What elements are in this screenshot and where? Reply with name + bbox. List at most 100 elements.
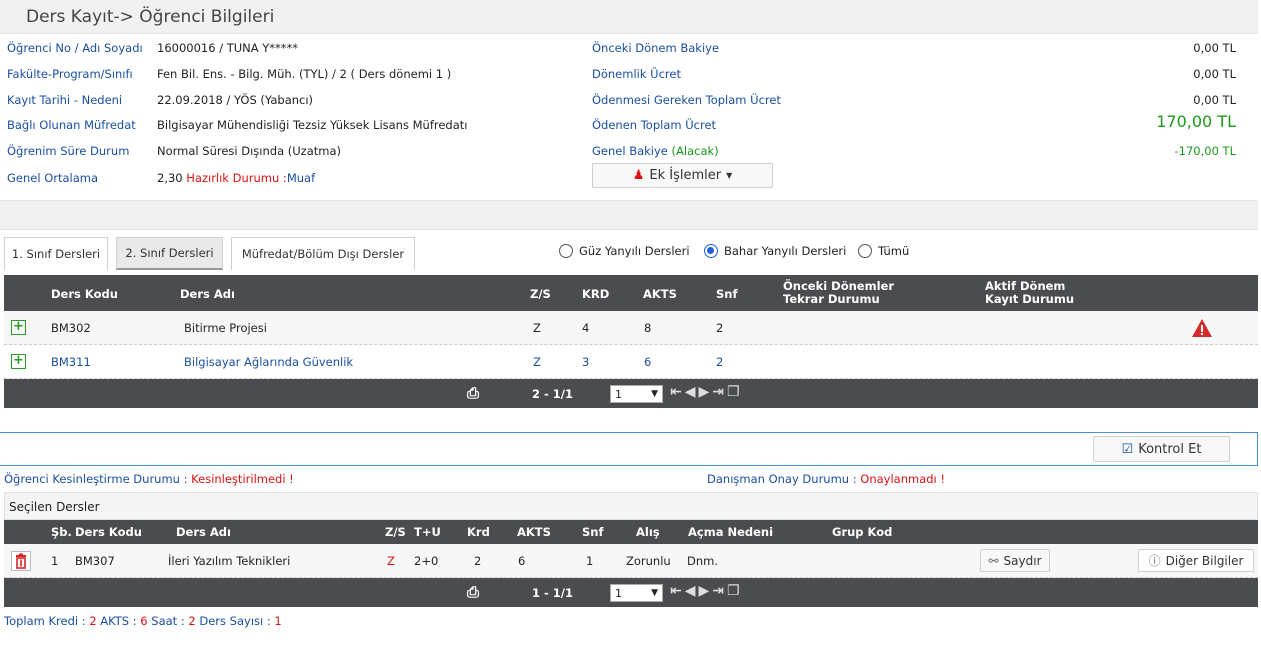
course-table-pager: ⎙ 2 - 1/1 1 ▼ ⇤◀▶⇥❐: [4, 379, 1258, 408]
row-name: Bitirme Projesi: [184, 321, 267, 335]
clipboard-check-icon: ☑: [1121, 441, 1134, 457]
table-row: 1 BM307 İleri Yazılım Teknikleri Z 2+0 2…: [4, 544, 1258, 578]
trash-icon[interactable]: [11, 551, 31, 571]
col-alis: Alış: [636, 525, 660, 539]
kredi-value: 2: [89, 614, 97, 628]
row-snf: 1: [586, 554, 594, 568]
page-select[interactable]: 1 ▼: [610, 385, 663, 403]
kesinlestirme-status: Öğrenci Kesinleştirme Durumu : Kesinleşt…: [4, 472, 294, 486]
col-tekrar: Tekrar Durumu: [783, 292, 880, 306]
print-icon[interactable]: ⎙: [467, 384, 479, 402]
fee-value: 0,00 TL: [1193, 41, 1236, 55]
col-ders-adi: Ders Adı: [176, 525, 231, 539]
info-label: Bağlı Olunan Müfredat: [7, 118, 136, 132]
row-akts: 6: [518, 554, 526, 568]
selected-panel-header: Seçilen Dersler: [4, 492, 1258, 520]
fee-value: 0,00 TL: [1193, 93, 1236, 107]
table-row[interactable]: + BM302 Bitirme Projesi Z 4 8 2: [4, 311, 1258, 345]
row-krd: 3: [582, 355, 590, 369]
info-value: Bilgisayar Mühendisliği Tezsiz Yüksek Li…: [157, 118, 468, 132]
pager-nav-icons[interactable]: ⇤◀▶⇥❐: [670, 384, 743, 400]
table-row[interactable]: + BM311 Bilgisayar Ağlarında Güvenlik Z …: [4, 345, 1258, 379]
row-name: Bilgisayar Ağlarında Güvenlik: [184, 355, 354, 369]
fee-label: Ödenen Toplam Ücret: [592, 118, 717, 132]
radio-circle-selected: [704, 244, 718, 258]
col-ders-kodu: Ders Kodu: [75, 525, 142, 539]
row-acma-nedeni: Dnm.: [687, 554, 719, 568]
tab-1-sinif[interactable]: 1. Sınıf Dersleri: [4, 237, 108, 270]
chevron-down-icon: ▼: [651, 389, 658, 399]
col-ders-adi: Ders Adı: [180, 287, 235, 301]
row-tu: 2+0: [414, 554, 439, 568]
selected-title: Seçilen Dersler: [9, 500, 100, 514]
tab-2-sinif[interactable]: 2. Sınıf Dersleri: [116, 237, 223, 270]
selected-table-pager: ⎙ 1 - 1/1 1 ▼ ⇤◀▶⇥❐: [4, 578, 1258, 607]
kontrol-et-button[interactable]: ☑ Kontrol Et: [1093, 436, 1230, 462]
fee-label: Ödenmesi Gereken Toplam Ücret: [592, 93, 781, 107]
ders-sayisi-value: 1: [274, 614, 282, 628]
radio-label: Bahar Yanyılı Dersleri: [724, 244, 847, 258]
col-snf: Snf: [716, 287, 738, 301]
chevron-down-icon: ▼: [651, 588, 658, 598]
diger-bilgiler-button[interactable]: ⓘ Diğer Bilgiler: [1138, 549, 1254, 572]
kredi-label: Toplam Kredi :: [4, 614, 86, 628]
danisman-status: Danışman Onay Durumu : Onaylanmadı !: [707, 472, 945, 486]
kesin-label: Öğrenci Kesinleştirme Durumu :: [4, 472, 188, 486]
row-code: BM302: [51, 321, 91, 335]
row-krd: 2: [474, 554, 482, 568]
info-value: Fen Bil. Ens. - Bilg. Müh. (TYL) / 2 ( D…: [157, 67, 452, 81]
fee-value: 0,00 TL: [1193, 67, 1236, 81]
info-label: Fakülte-Program/Sınıfı: [7, 67, 133, 81]
fee-label: Dönemlik Ücret: [592, 67, 681, 81]
row-name: İleri Yazılım Teknikleri: [168, 554, 291, 568]
info-value: 16000016 / TUNA Y*****: [157, 41, 299, 55]
info-label: Genel Ortalama: [7, 171, 99, 185]
caret-down-icon: ▼: [726, 171, 733, 180]
akts-label: AKTS :: [100, 614, 137, 628]
col-sb: Şb.: [51, 525, 72, 539]
row-snf: 2: [716, 355, 724, 369]
row-akts: 6: [644, 355, 652, 369]
radio-label: Güz Yanyılı Dersleri: [579, 244, 690, 258]
col-akts: AKTS: [517, 525, 551, 539]
saat-label: Saat :: [151, 614, 185, 628]
row-zs: Z: [387, 554, 395, 568]
print-icon[interactable]: ⎙: [467, 583, 479, 601]
radio-guz[interactable]: Güz Yanyılı Dersleri: [559, 244, 690, 258]
tab-mufredat-disi[interactable]: Müfredat/Bölüm Dışı Dersler: [231, 237, 415, 270]
pager-nav-icons[interactable]: ⇤◀▶⇥❐: [670, 583, 743, 599]
radio-bahar[interactable]: Bahar Yanyılı Dersleri: [704, 244, 846, 258]
radio-tumu[interactable]: Tümü: [858, 244, 909, 258]
balance-value: -170,00 TL: [1174, 144, 1236, 158]
danisman-label: Danışman Onay Durumu :: [707, 472, 857, 486]
saydir-label: Saydır: [1003, 553, 1042, 568]
col-aktif: Aktif Dönem: [985, 279, 1066, 293]
row-zs: Z: [533, 355, 541, 369]
totals-line: Toplam Kredi : 2 AKTS : 6 Saat : 2 Ders …: [4, 614, 282, 628]
users-icon: ♟: [632, 168, 645, 183]
kesin-value: Kesinleştirilmedi !: [191, 472, 294, 486]
ders-sayisi-label: Ders Sayısı :: [199, 614, 271, 628]
row-snf: 2: [716, 321, 724, 335]
alacak-label: (Alacak): [671, 144, 719, 158]
ek-islemler-label: Ek İşlemler: [649, 168, 722, 183]
col-krd: KRD: [582, 287, 610, 301]
col-zs: Z/S: [530, 287, 551, 301]
col-kayit: Kayıt Durumu: [985, 292, 1075, 306]
kontrol-bar: [0, 432, 1258, 466]
col-snf: Snf: [582, 525, 604, 539]
info-label: Öğrenci No / Adı Soyadı: [7, 41, 143, 55]
page-select-value: 1: [615, 387, 622, 401]
saydir-button[interactable]: ⚯ Saydır: [980, 549, 1050, 572]
diger-bilgiler-label: Diğer Bilgiler: [1165, 553, 1244, 568]
course-table-header: Ders Kodu Ders Adı Z/S KRD AKTS Snf Önce…: [4, 275, 1258, 311]
fee-label: Önceki Dönem Bakiye: [592, 41, 720, 55]
row-akts: 8: [644, 321, 652, 335]
add-icon[interactable]: +: [11, 354, 26, 369]
warning-icon: [1192, 319, 1212, 337]
add-icon[interactable]: +: [11, 320, 26, 335]
page-select[interactable]: 1 ▼: [610, 584, 663, 602]
separator-band: [0, 200, 1258, 230]
info-label: Kayıt Tarihi - Nedeni: [7, 93, 123, 107]
ek-islemler-button[interactable]: ♟ Ek İşlemler ▼: [592, 163, 773, 188]
